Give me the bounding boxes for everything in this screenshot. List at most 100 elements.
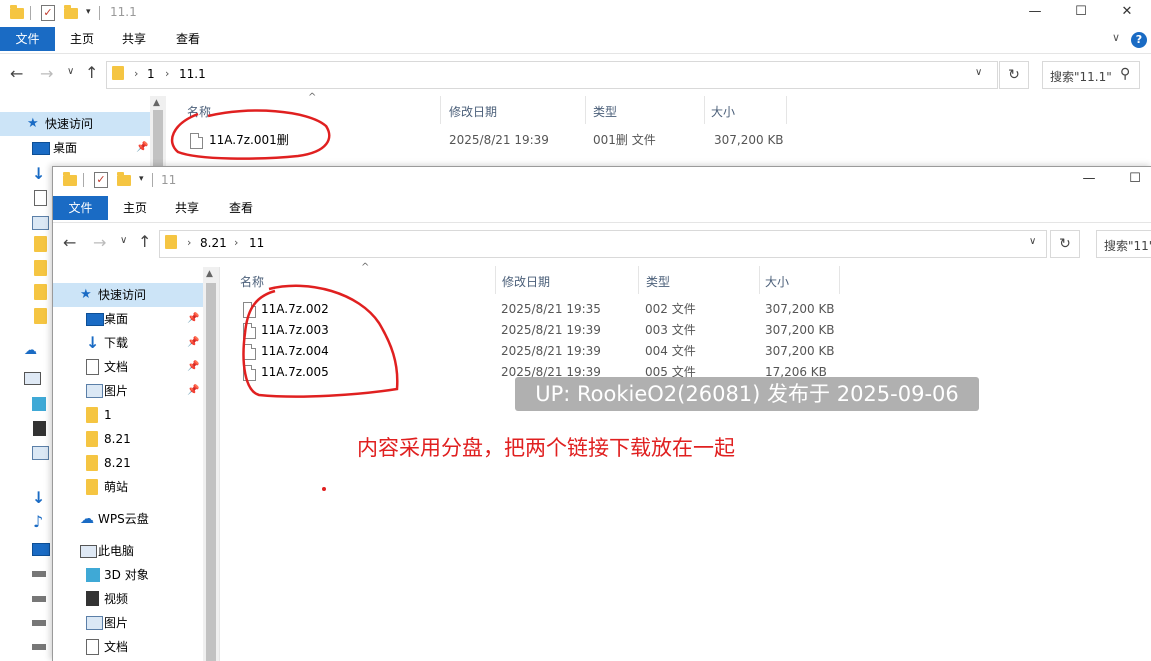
back-arrow-icon[interactable]: ← bbox=[63, 233, 76, 252]
recent-locations-chevron-icon[interactable]: ∨ bbox=[120, 235, 127, 246]
red-ink-circle bbox=[242, 284, 399, 398]
tab-file[interactable]: 文件 bbox=[0, 27, 55, 51]
download-icon: ↓ bbox=[32, 488, 46, 507]
navigation-pane-scrollbar[interactable]: ▲ bbox=[150, 96, 166, 166]
sidebar-item[interactable]: 1 bbox=[53, 403, 203, 427]
scroll-up-icon[interactable]: ▲ bbox=[153, 98, 160, 108]
sidebar-item[interactable]: ★ 快速访问 bbox=[53, 283, 203, 307]
forward-arrow-icon[interactable]: → bbox=[93, 233, 106, 252]
minimize-button[interactable]: — bbox=[1012, 0, 1058, 26]
sidebar-item-label: 此电脑 bbox=[98, 544, 135, 558]
new-folder-icon[interactable] bbox=[64, 5, 78, 19]
scrollbar-thumb[interactable] bbox=[206, 283, 216, 661]
column-divider[interactable] bbox=[759, 266, 760, 294]
refresh-button[interactable]: ↻ bbox=[999, 61, 1029, 89]
drive-icon bbox=[32, 596, 46, 602]
file-date: 2025/8/21 19:39 bbox=[501, 323, 601, 337]
sidebar-item-label: 桌面 bbox=[53, 141, 78, 155]
tab-home[interactable]: 主页 bbox=[58, 27, 106, 51]
column-type[interactable]: 类型 bbox=[593, 103, 617, 120]
sidebar-item-label: 文档 bbox=[104, 360, 129, 374]
up-arrow-icon[interactable]: ↑ bbox=[138, 232, 151, 251]
column-size[interactable]: 大小 bbox=[711, 103, 735, 120]
column-type[interactable]: 类型 bbox=[646, 273, 670, 290]
column-divider[interactable] bbox=[638, 266, 639, 294]
tab-home[interactable]: 主页 bbox=[111, 196, 159, 220]
column-divider[interactable] bbox=[839, 266, 840, 294]
sidebar-item[interactable]: 8.21 bbox=[53, 451, 203, 475]
sidebar-item[interactable]: 此电脑 bbox=[53, 539, 203, 563]
tab-view[interactable]: 查看 bbox=[217, 196, 265, 220]
navigation-pane-scrollbar[interactable]: ▲ bbox=[203, 267, 219, 661]
column-size[interactable]: 大小 bbox=[765, 273, 789, 290]
scroll-up-icon[interactable]: ▲ bbox=[206, 269, 213, 279]
scrollbar-thumb[interactable] bbox=[153, 110, 163, 166]
breadcrumb-item[interactable]: 8.21 bbox=[200, 236, 227, 250]
tab-view[interactable]: 查看 bbox=[164, 27, 212, 51]
new-folder-icon[interactable] bbox=[117, 172, 131, 186]
sidebar-item[interactable]: 图片 bbox=[53, 611, 203, 635]
sidebar-item[interactable]: 图片 📌 bbox=[53, 379, 203, 403]
sidebar-item[interactable]: 文档 📌 bbox=[53, 355, 203, 379]
maximize-button[interactable]: ☐ bbox=[1112, 167, 1151, 193]
quick-access-toolbar-dropdown-icon[interactable]: ▾ bbox=[139, 174, 144, 184]
quick-access-toolbar-dropdown-icon[interactable]: ▾ bbox=[86, 7, 91, 17]
star-icon: ★ bbox=[27, 116, 39, 131]
properties-icon[interactable]: ✓ bbox=[41, 5, 55, 21]
sidebar-item[interactable]: 萌站 bbox=[53, 475, 203, 499]
column-divider[interactable] bbox=[704, 96, 705, 124]
address-dropdown-icon[interactable]: ∨ bbox=[1029, 236, 1036, 247]
up-arrow-icon[interactable]: ↑ bbox=[85, 63, 98, 82]
breadcrumb-item[interactable]: 11 bbox=[249, 236, 264, 250]
file-type: 003 文件 bbox=[645, 323, 696, 337]
column-divider[interactable] bbox=[495, 266, 496, 294]
forward-arrow-icon[interactable]: → bbox=[40, 64, 53, 83]
column-date[interactable]: 修改日期 bbox=[449, 103, 497, 120]
sidebar-item-label: 快速访问 bbox=[45, 117, 94, 131]
sidebar-item-desktop[interactable]: 桌面 📌 bbox=[0, 136, 150, 160]
minimize-button[interactable]: — bbox=[1066, 167, 1112, 193]
sidebar-item[interactable]: 桌面 📌 bbox=[53, 307, 203, 331]
cloud-icon: ☁ bbox=[24, 343, 37, 358]
recent-locations-chevron-icon[interactable]: ∨ bbox=[67, 66, 74, 77]
pin-icon[interactable]: 📌 bbox=[187, 379, 199, 403]
refresh-button[interactable]: ↻ bbox=[1050, 230, 1080, 258]
breadcrumb-item[interactable]: 1 bbox=[147, 67, 155, 81]
sidebar-item-quick-access[interactable]: ★ 快速访问 bbox=[0, 112, 150, 136]
pictures-icon bbox=[86, 616, 103, 630]
address-dropdown-icon[interactable]: ∨ bbox=[975, 67, 982, 78]
search-input[interactable]: 搜索"11.1" ⚲ bbox=[1042, 61, 1140, 89]
sidebar-item[interactable]: 3D 对象 bbox=[53, 563, 203, 587]
column-date[interactable]: 修改日期 bbox=[502, 273, 550, 290]
tab-share[interactable]: 共享 bbox=[110, 27, 158, 51]
breadcrumb-item[interactable]: 11.1 bbox=[179, 67, 206, 81]
pin-icon[interactable]: 📌 bbox=[187, 307, 199, 331]
address-bar[interactable]: › 8.21 › 11 ∨ bbox=[159, 230, 1047, 258]
sidebar-item[interactable]: 视频 bbox=[53, 587, 203, 611]
column-divider[interactable] bbox=[440, 96, 441, 124]
folder-icon bbox=[10, 5, 24, 19]
sidebar-item[interactable]: ☁ WPS云盘 bbox=[53, 507, 203, 531]
navigation-pane: ★ 快速访问 桌面 📌 ↓ 下载 📌 文档 📌 图片 📌 1 8.21 8.21 萌站 ☁ WPS云盘 此电脑 3D… bbox=[53, 267, 203, 661]
file-type: 001删 文件 bbox=[593, 133, 656, 147]
search-input[interactable]: 搜索"11" bbox=[1096, 230, 1151, 258]
pin-icon[interactable]: 📌 bbox=[136, 136, 148, 160]
drive-icon bbox=[32, 571, 46, 577]
sidebar-item[interactable]: 8.21 bbox=[53, 427, 203, 451]
close-button[interactable]: ✕ bbox=[1104, 0, 1150, 26]
separator bbox=[99, 6, 100, 20]
tab-file[interactable]: 文件 bbox=[53, 196, 108, 220]
properties-icon[interactable]: ✓ bbox=[94, 172, 108, 188]
maximize-button[interactable]: ☐ bbox=[1058, 0, 1104, 26]
help-icon[interactable]: ? bbox=[1131, 32, 1147, 48]
pin-icon[interactable]: 📌 bbox=[187, 331, 199, 355]
address-bar[interactable]: › 1 › 11.1 ∨ bbox=[106, 61, 998, 89]
column-divider[interactable] bbox=[585, 96, 586, 124]
back-arrow-icon[interactable]: ← bbox=[10, 64, 23, 83]
pin-icon[interactable]: 📌 bbox=[187, 355, 199, 379]
sidebar-item[interactable]: 文档 bbox=[53, 635, 203, 659]
expand-ribbon-icon[interactable]: ∨ bbox=[1112, 31, 1120, 44]
tab-share[interactable]: 共享 bbox=[163, 196, 211, 220]
column-divider[interactable] bbox=[786, 96, 787, 124]
sidebar-item[interactable]: ↓ 下载 📌 bbox=[53, 331, 203, 355]
